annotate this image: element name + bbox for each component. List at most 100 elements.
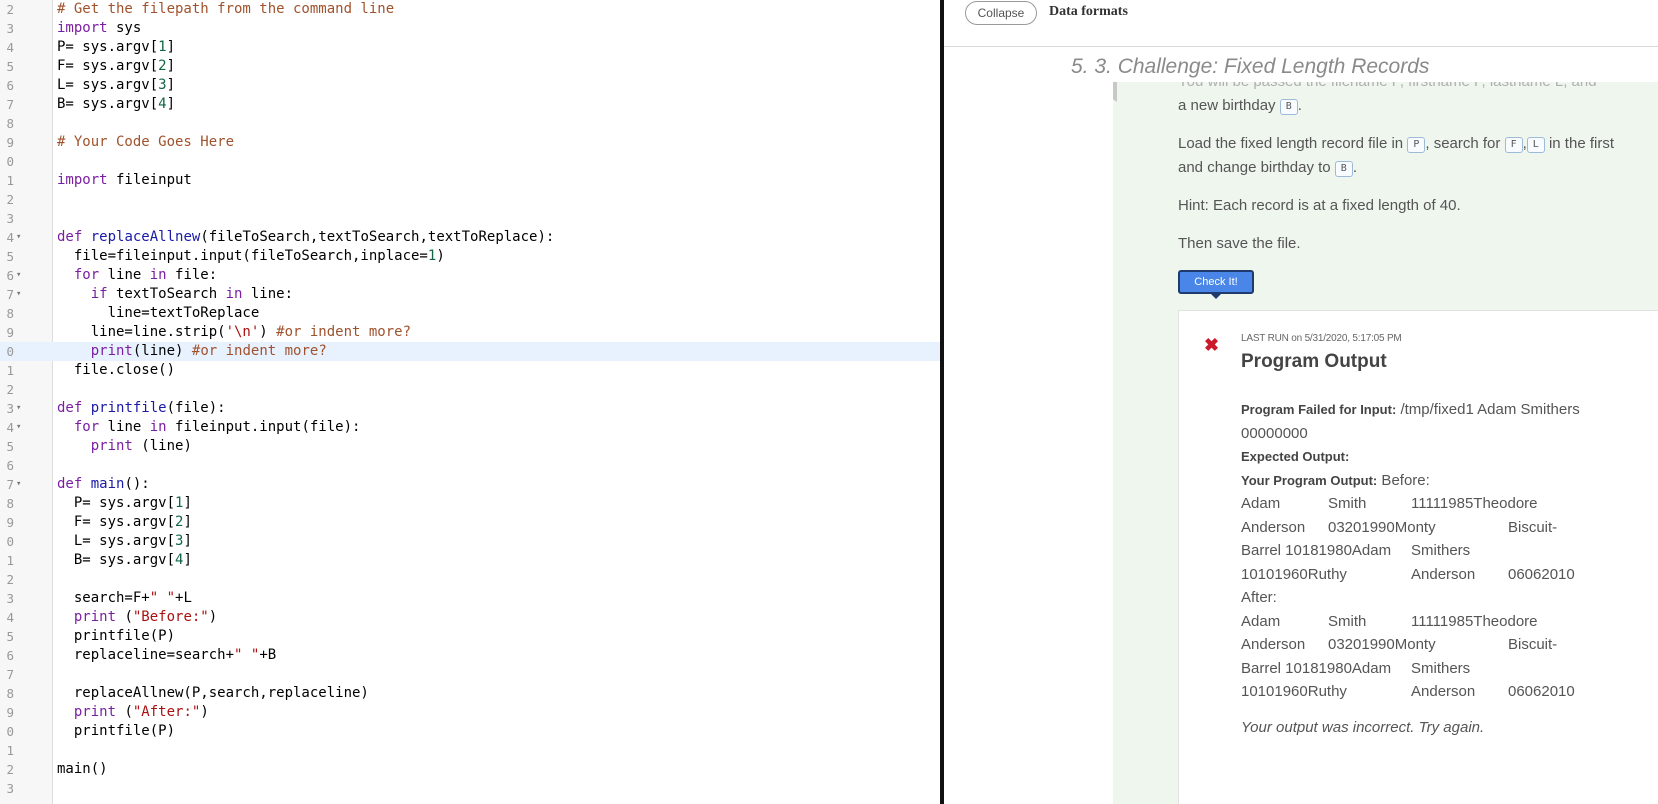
variable-chip-l: L xyxy=(1526,137,1545,153)
code-token: L= sys.argv[ xyxy=(57,77,159,93)
output-cell: 06062010 xyxy=(1508,565,1575,583)
line-number: 2 xyxy=(6,192,14,207)
code-line[interactable]: 3 search=F+" "+L xyxy=(0,589,940,608)
code-line[interactable]: 3 xyxy=(0,209,940,228)
code-lines[interactable]: 2 # Get the filepath from the command lin… xyxy=(0,0,940,798)
fold-arrow-icon[interactable]: ▾ xyxy=(16,266,21,285)
code-line[interactable]: 2 xyxy=(0,570,940,589)
output-cell: 10101960Ruthy xyxy=(1241,683,1347,700)
code-line[interactable]: 2 xyxy=(0,380,940,399)
code-line[interactable]: 0 L= sys.argv[3] xyxy=(0,532,940,551)
code-line[interactable]: 7 ▾ def main(): xyxy=(0,475,940,494)
code-line[interactable]: 2 main() xyxy=(0,760,940,779)
variable-chip-p: P xyxy=(1407,137,1426,153)
code-token: for xyxy=(73,267,100,283)
code-line[interactable]: 2 xyxy=(0,190,940,209)
code-line[interactable]: 7 xyxy=(0,665,940,684)
code-token: 2 xyxy=(158,58,167,74)
fold-arrow-icon[interactable]: ▾ xyxy=(16,475,21,494)
code-line[interactable]: 6 xyxy=(0,456,940,475)
fold-arrow-icon[interactable]: ▾ xyxy=(16,228,21,247)
code-line[interactable]: 4 ▾ for line in fileinput.input(file): xyxy=(0,418,940,437)
program-output-title: Program Output xyxy=(1241,351,1387,372)
code-line[interactable]: 9 line=line.strip('\n') #or indent more? xyxy=(0,323,940,342)
code-token: line=line.strip( xyxy=(57,324,226,340)
line-number: 3 xyxy=(6,781,14,796)
hint-text: Hint: Each record is at a fixed length o… xyxy=(1178,197,1461,214)
code-token: " " xyxy=(149,590,176,606)
line-number: 6 xyxy=(6,268,14,283)
code-line[interactable]: 8 P= sys.argv[1] xyxy=(0,494,940,513)
code-line[interactable]: 1 import fileinput xyxy=(0,171,940,190)
instruction-line-1: a new birthday B. xyxy=(1178,97,1302,115)
code-text: replaceAllnew(P,search,replaceline) xyxy=(57,684,369,703)
output-row: Adam Smith 11111985Theodore xyxy=(1241,610,1656,634)
line-number: 8 xyxy=(6,686,14,701)
code-line[interactable]: 4 ▾ def replaceAllnew(fileToSearch,textToS… xyxy=(0,228,940,247)
output-cell: Biscuit- xyxy=(1508,636,1558,653)
line-number: 2 xyxy=(6,382,14,397)
output-row: Barrel 10181980Adam Smithers xyxy=(1241,657,1656,681)
code-token: ] xyxy=(183,514,192,530)
before-output-rows: Adam Smith 11111985Theodore Anderson 0320199… xyxy=(1241,492,1656,586)
code-line[interactable]: 3 ▾ def printfile(file): xyxy=(0,399,940,418)
code-line[interactable]: 5 print (line) xyxy=(0,437,940,456)
code-line[interactable]: 6 ▾ for line in file: xyxy=(0,266,940,285)
code-token: replaceAllnew xyxy=(90,229,201,245)
code-line[interactable]: 5 F= sys.argv[2] xyxy=(0,57,940,76)
code-token: F= sys.argv[ xyxy=(57,514,176,530)
line-number: 5 xyxy=(6,249,14,264)
code-line[interactable]: 1 B= sys.argv[4] xyxy=(0,551,940,570)
code-line[interactable]: 5 printfile(P) xyxy=(0,627,940,646)
code-line[interactable]: 6 L= sys.argv[3] xyxy=(0,76,940,95)
code-text: def replaceAllnew(fileToSearch,textToSea… xyxy=(57,228,554,247)
output-cell: 03201990Monty xyxy=(1328,518,1436,536)
code-line[interactable]: 0 printfile(P) xyxy=(0,722,940,741)
code-token: ) xyxy=(200,704,209,720)
output-cell: Barrel 10181980Adam xyxy=(1241,542,1392,559)
code-line[interactable]: 2 # Get the filepath from the command lin… xyxy=(0,0,940,19)
check-it-button[interactable]: Check It! xyxy=(1178,270,1254,294)
instruction-text: a new birthday xyxy=(1178,97,1276,114)
fold-arrow-icon[interactable]: ▾ xyxy=(16,399,21,418)
variable-chip-f: F xyxy=(1504,137,1523,153)
code-line[interactable]: 5 file=fileinput.input(fileToSearch,inpl… xyxy=(0,247,940,266)
code-line[interactable]: 9 # Your Code Goes Here xyxy=(0,133,940,152)
line-number: 0 xyxy=(6,154,14,169)
code-line[interactable]: 3 xyxy=(0,779,940,798)
code-line[interactable]: 9 F= sys.argv[2] xyxy=(0,513,940,532)
after-output-rows: Adam Smith 11111985Theodore Anderson 0320199… xyxy=(1241,610,1656,704)
collapse-button[interactable]: Collapse xyxy=(965,1,1037,25)
code-line[interactable]: 6 replaceline=search+" "+B xyxy=(0,646,940,665)
code-token: L= sys.argv[ xyxy=(57,533,176,549)
line-number: 9 xyxy=(6,705,14,720)
check-button-pointer xyxy=(1211,294,1221,299)
line-number: 1 xyxy=(6,743,14,758)
code-line[interactable]: 0 print(line) #or indent more? xyxy=(0,342,940,361)
code-token: 1 xyxy=(158,39,167,55)
code-line[interactable]: 0 xyxy=(0,152,940,171)
code-line[interactable]: 4 print ("Before:") xyxy=(0,608,940,627)
code-text: def printfile(file): xyxy=(57,399,226,418)
code-editor[interactable]: 2 # Get the filepath from the command lin… xyxy=(0,0,940,804)
output-cell: Anderson xyxy=(1241,518,1306,536)
code-line[interactable]: 9 print ("After:") xyxy=(0,703,940,722)
code-line[interactable]: 7 ▾ if textToSearch in line: xyxy=(0,285,940,304)
code-line[interactable]: 4 P= sys.argv[1] xyxy=(0,38,940,57)
code-line[interactable]: 8 line=textToReplace xyxy=(0,304,940,323)
code-line[interactable]: 1 xyxy=(0,741,940,760)
code-line[interactable]: 7 B= sys.argv[4] xyxy=(0,95,940,114)
code-line[interactable]: 8 xyxy=(0,114,940,133)
output-cell: Anderson xyxy=(1241,636,1306,653)
fold-arrow-icon[interactable]: ▾ xyxy=(16,418,21,437)
code-line[interactable]: 1 file.close() xyxy=(0,361,940,380)
output-row: Adam Smith 11111985Theodore xyxy=(1241,492,1656,516)
code-token: file.close() xyxy=(57,362,176,378)
code-line[interactable]: 8 replaceAllnew(P,search,replaceline) xyxy=(0,684,940,703)
fold-arrow-icon[interactable]: ▾ xyxy=(16,285,21,304)
code-line[interactable]: 3 import sys xyxy=(0,19,940,38)
